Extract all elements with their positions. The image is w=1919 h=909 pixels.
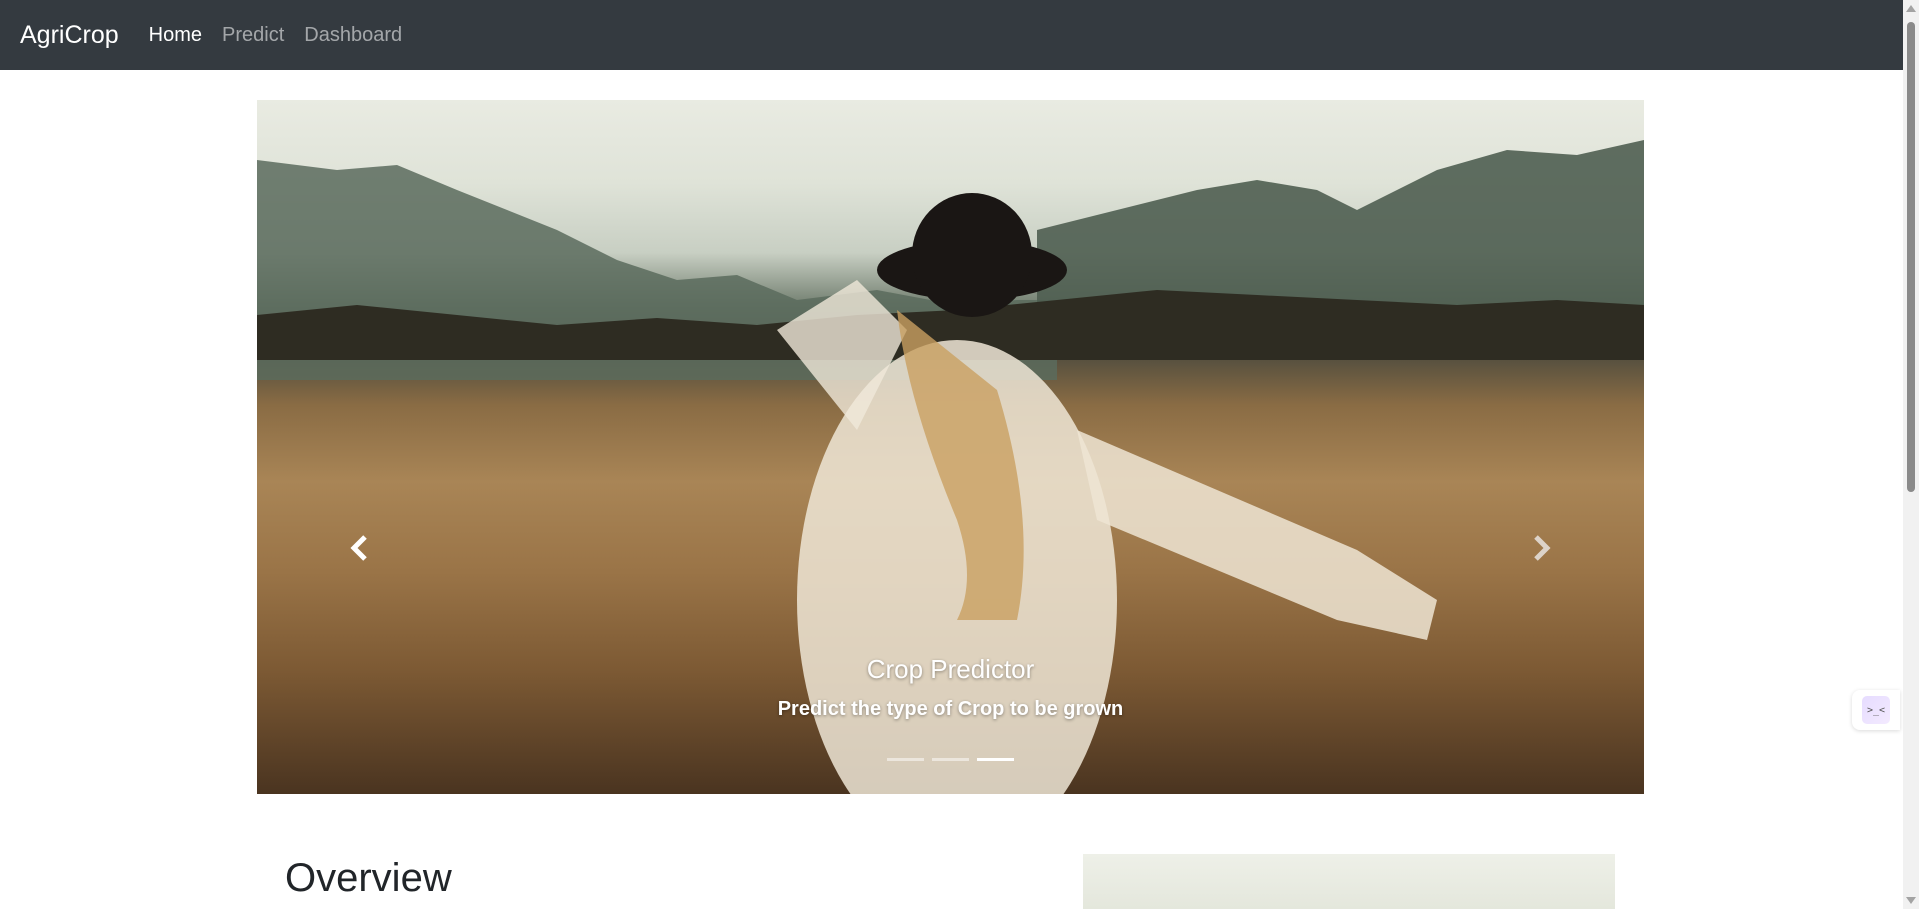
- hero-carousel: Crop Predictor Predict the type of Crop …: [257, 100, 1644, 794]
- chevron-right-icon: [1534, 535, 1551, 561]
- carousel-slide-image: [257, 140, 1644, 794]
- nav-link-dashboard[interactable]: Dashboard: [304, 24, 402, 47]
- nav-link-home[interactable]: Home: [149, 24, 202, 47]
- scroll-down-arrow-icon[interactable]: [1906, 897, 1916, 904]
- brand-link[interactable]: AgriCrop: [20, 21, 119, 50]
- overview-heading: Overview: [285, 856, 452, 900]
- carousel-caption-title: Crop Predictor: [866, 654, 1035, 684]
- overview-image: [1083, 854, 1615, 909]
- carousel-prev-button[interactable]: [339, 528, 379, 568]
- scrollbar-thumb[interactable]: [1907, 22, 1915, 492]
- side-widget-button[interactable]: >_<: [1852, 690, 1900, 730]
- carousel-caption-subtitle: Predict the type of Crop to be grown: [777, 698, 1124, 720]
- page-scrollbar[interactable]: [1903, 0, 1919, 909]
- carousel-indicators: [257, 758, 1644, 761]
- top-navbar: AgriCrop Home Predict Dashboard: [0, 0, 1903, 70]
- carousel-indicator-3[interactable]: [977, 758, 1014, 761]
- nav-link-predict[interactable]: Predict: [222, 24, 284, 47]
- carousel-indicator-1[interactable]: [887, 758, 924, 761]
- chevron-left-icon: [350, 535, 367, 561]
- carousel-next-button[interactable]: [1522, 528, 1562, 568]
- carousel-indicator-2[interactable]: [932, 758, 969, 761]
- scroll-up-arrow-icon[interactable]: [1906, 5, 1916, 12]
- assistant-icon: >_<: [1862, 696, 1890, 724]
